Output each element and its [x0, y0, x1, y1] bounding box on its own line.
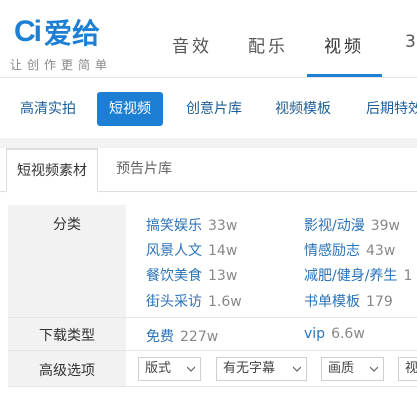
filter-panel: 分类 搞笑娱乐 33w 影视/动漫 39w 风景人文 14w 情感励志 43w 餐饮美食…	[8, 205, 417, 387]
download-type-option[interactable]: 免费 227w	[146, 326, 218, 346]
category-option[interactable]: 书单模板 179	[304, 291, 393, 311]
active-nav-underline	[307, 74, 382, 77]
main-nav-video[interactable]: 视频	[324, 32, 364, 57]
sub-nav: 高清实拍 短视频 创意片库 视频模板 后期特效	[0, 78, 417, 138]
filter-row-category: 分类 搞笑娱乐 33w 影视/动漫 39w 风景人文 14w 情感励志 43w 餐饮美食…	[8, 205, 417, 318]
logo-text: 爱给	[44, 17, 101, 50]
category-option[interactable]: 减肥/健身/养生 1	[304, 265, 412, 285]
subnav-creative-library[interactable]: 创意片库	[186, 92, 242, 126]
chevron-down-icon	[293, 366, 301, 372]
subnav-hd-footage[interactable]: 高清实拍	[20, 92, 76, 126]
subnav-video-templates[interactable]: 视频模板	[275, 92, 331, 126]
category-option[interactable]: 街头采访 1.6w	[146, 291, 242, 311]
filter-row-advanced: 高级选项 版式 有无字幕 画质 视	[8, 351, 417, 387]
tab-short-video-material[interactable]: 短视频素材	[6, 148, 98, 193]
content-tabs: 短视频素材 预告片库	[0, 148, 417, 193]
page: Ci 爱给 让创作更简单 音效 配乐 视频 3 高清实拍 短视频 创意片库 视频…	[0, 0, 417, 394]
category-option[interactable]: 搞笑娱乐 33w	[146, 215, 237, 235]
site-header: Ci 爱给 让创作更简单 音效 配乐 视频 3	[0, 0, 417, 78]
filter-label-category: 分类	[8, 205, 126, 317]
category-option[interactable]: 餐饮美食 13w	[146, 265, 237, 285]
section-divider	[0, 138, 417, 148]
logo-mark: Ci	[14, 15, 42, 48]
chevron-down-icon	[370, 366, 378, 372]
subnav-short-video[interactable]: 短视频	[97, 92, 163, 126]
layout-select[interactable]: 版式	[138, 357, 201, 381]
main-nav-music[interactable]: 配乐	[248, 32, 288, 57]
category-option[interactable]: 风景人文 14w	[146, 240, 237, 260]
slogan: 让创作更简单	[10, 58, 113, 72]
site-logo[interactable]: Ci 爱给	[14, 12, 100, 52]
filter-row-download-type: 下载类型 免费 227w vip 6.6w	[8, 318, 417, 351]
main-nav-sound-effects[interactable]: 音效	[172, 32, 212, 57]
filter-label-download-type: 下载类型	[8, 318, 126, 350]
subnav-post-effects[interactable]: 后期特效	[366, 92, 417, 126]
chevron-down-icon	[187, 366, 195, 372]
download-type-option[interactable]: vip 6.6w	[304, 326, 365, 342]
tab-trailer-library[interactable]: 预告片库	[106, 148, 182, 192]
subtitle-select[interactable]: 有无字幕	[216, 357, 307, 381]
category-option[interactable]: 影视/动漫 39w	[304, 215, 400, 235]
video-select[interactable]: 视	[398, 357, 417, 381]
quality-select[interactable]: 画质	[321, 357, 384, 381]
main-nav-3d[interactable]: 3	[405, 32, 417, 52]
category-option[interactable]: 情感励志 43w	[304, 240, 395, 260]
filter-label-advanced: 高级选项	[8, 351, 126, 386]
